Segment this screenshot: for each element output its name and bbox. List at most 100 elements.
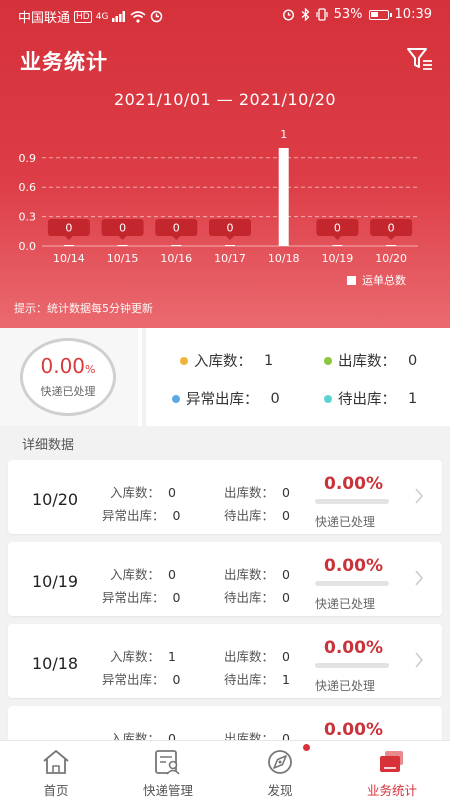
chart-legend: 运单总数 — [347, 272, 406, 288]
pending-dot — [324, 394, 332, 403]
bar — [386, 245, 397, 246]
nav-home-label: 首页 — [43, 783, 69, 798]
legend-label: 运单总数 — [362, 274, 406, 287]
stat-outbound: 出库数： 0 — [324, 350, 417, 371]
bar — [63, 245, 74, 246]
data-label: 0 — [119, 222, 126, 235]
row-inbound: 入库数： 0 — [110, 485, 176, 500]
x-tick-label: 10/16 — [160, 252, 192, 265]
update-hint: 提示：统计数据每5分钟更新 — [14, 302, 153, 315]
x-tick-label: 10/20 — [375, 252, 407, 265]
stat-inbound: 入库数： 1 — [180, 350, 273, 371]
bluetooth-icon — [301, 8, 310, 21]
clock: 10:39 — [394, 7, 432, 22]
row-outbound: 出库数： 0 — [224, 485, 290, 500]
hd-icon: HD — [74, 10, 92, 23]
nav-statistics-label: 业务统计 — [366, 783, 417, 798]
data-label: 0 — [173, 222, 180, 235]
row-abnormal: 异常出库： 0 — [102, 590, 181, 605]
row-date: 10/19 — [32, 572, 79, 591]
chevron-right-icon — [415, 652, 424, 668]
row-percent: 0.00% — [324, 474, 383, 494]
processed-ring-panel: 0.00% 快递已处理 — [0, 328, 138, 426]
row-progress-bar — [315, 499, 389, 504]
data-label: 0 — [65, 222, 72, 235]
row-progress-bar — [315, 663, 389, 668]
detail-row[interactable]: 10/18 入库数： 1 出库数： 0 异常出库： 0 待出库： 1 0.00% 快递已… — [8, 624, 442, 698]
detail-row[interactable]: 10/19 入库数： 0 出库数： 0 异常出库： 0 待出库： 0 0.00% 快递已… — [8, 542, 442, 616]
row-pending: 待出库： 1 — [224, 672, 290, 687]
summary-panel: 0.00% 快递已处理 入库数： 1 出库数： 0 异常出库： 0 待出库： 1 — [0, 328, 450, 426]
row-percent: 0.00% — [324, 720, 383, 740]
data-label: 0 — [388, 222, 395, 235]
signal-icon — [112, 11, 126, 22]
nav-discover-label: 发现 — [267, 783, 293, 798]
nav-parcel-manage[interactable]: 快递管理 — [112, 741, 224, 800]
bar — [117, 245, 128, 246]
bar — [225, 245, 235, 246]
divider — [142, 328, 146, 426]
row-processed-label: 快递已处理 — [315, 597, 376, 611]
data-label-badge: 0 — [316, 219, 359, 240]
y-tick-label: 0.0 — [19, 240, 37, 253]
bar — [332, 245, 343, 246]
header-banner: 中国联通 HD 4G 53% 10:39 业务统计 2021/10/01 — 2… — [0, 0, 450, 328]
row-outbound: 出库数： 0 — [224, 567, 290, 582]
row-inbound: 入库数： 0 — [110, 567, 176, 582]
data-label: 1 — [280, 128, 287, 141]
nav-discover[interactable]: 发现 — [224, 741, 336, 800]
data-label-badge: 0 — [155, 219, 198, 240]
row-processed-label: 快递已处理 — [315, 679, 376, 693]
filter-icon[interactable] — [406, 46, 434, 72]
section-title: 详细数据 — [22, 438, 75, 453]
wifi-icon — [130, 10, 146, 23]
stat-pending-outbound: 待出库： 1 — [324, 388, 417, 409]
data-label: 0 — [334, 222, 341, 235]
network-type: 4G — [95, 11, 109, 22]
bar — [171, 245, 182, 246]
row-abnormal: 异常出库： 0 — [102, 508, 181, 523]
vibrate-icon — [316, 8, 328, 21]
processed-ring: 0.00% 快递已处理 — [20, 338, 116, 416]
row-processed-label: 快递已处理 — [315, 515, 376, 529]
y-tick-label: 0.3 — [19, 211, 37, 224]
outbound-dot — [324, 356, 332, 365]
page-title: 业务统计 — [20, 50, 108, 74]
row-pending: 待出库： 0 — [224, 590, 290, 605]
processed-label: 快递已处理 — [40, 385, 96, 398]
row-date: 10/18 — [32, 654, 79, 673]
data-label-badge: 0 — [209, 219, 251, 240]
daily-waybill-chart: 0.0 0.3 0.6 0.9 0 10/14 0 10/15 0 10/16 0 10/17 1 10/… — [19, 128, 418, 265]
nav-home[interactable]: 首页 — [0, 741, 112, 800]
y-tick-label: 0.6 — [19, 181, 37, 194]
stat-abnormal-outbound: 异常出库： 0 — [172, 388, 280, 409]
nav-statistics[interactable]: 业务统计 — [336, 741, 448, 800]
processed-percent: 0.00% — [40, 354, 96, 378]
carrier-name: 中国联通 — [18, 11, 71, 26]
row-outbound: 出库数： 0 — [224, 649, 290, 664]
battery-percent: 53% — [333, 7, 363, 22]
row-abnormal: 异常出库： 0 — [102, 672, 181, 687]
x-tick-label: 10/17 — [214, 252, 246, 265]
row-progress-bar — [315, 581, 389, 586]
battery-icon — [368, 9, 392, 20]
home-icon — [43, 750, 69, 774]
x-tick-label: 10/19 — [322, 252, 354, 265]
legend-swatch — [347, 275, 356, 285]
x-tick-label: 10/14 — [53, 252, 85, 265]
detail-row[interactable]: 10/20 入库数： 0 出库数： 0 异常出库： 0 待出库： 0 0.00% 快递已… — [8, 460, 442, 534]
discover-badge — [303, 744, 310, 751]
row-date: 10/20 — [32, 490, 79, 509]
status-bar: 中国联通 HD 4G 53% 10:39 — [0, 0, 450, 30]
statistics-icon — [380, 751, 403, 772]
row-inbound: 入库数： 1 — [110, 649, 176, 664]
inbound-dot — [180, 356, 188, 365]
row-percent: 0.00% — [324, 638, 383, 658]
abnormal-dot — [172, 394, 180, 403]
bottom-nav: 首页 快递管理 发现 业务统计 — [0, 740, 450, 800]
parcel-manage-icon — [155, 750, 180, 775]
date-range[interactable]: 2021/10/01 — 2021/10/20 — [0, 90, 450, 109]
bar — [278, 148, 289, 246]
nav-parcel-manage-label: 快递管理 — [142, 783, 193, 798]
app-bar: 业务统计 — [0, 42, 450, 78]
